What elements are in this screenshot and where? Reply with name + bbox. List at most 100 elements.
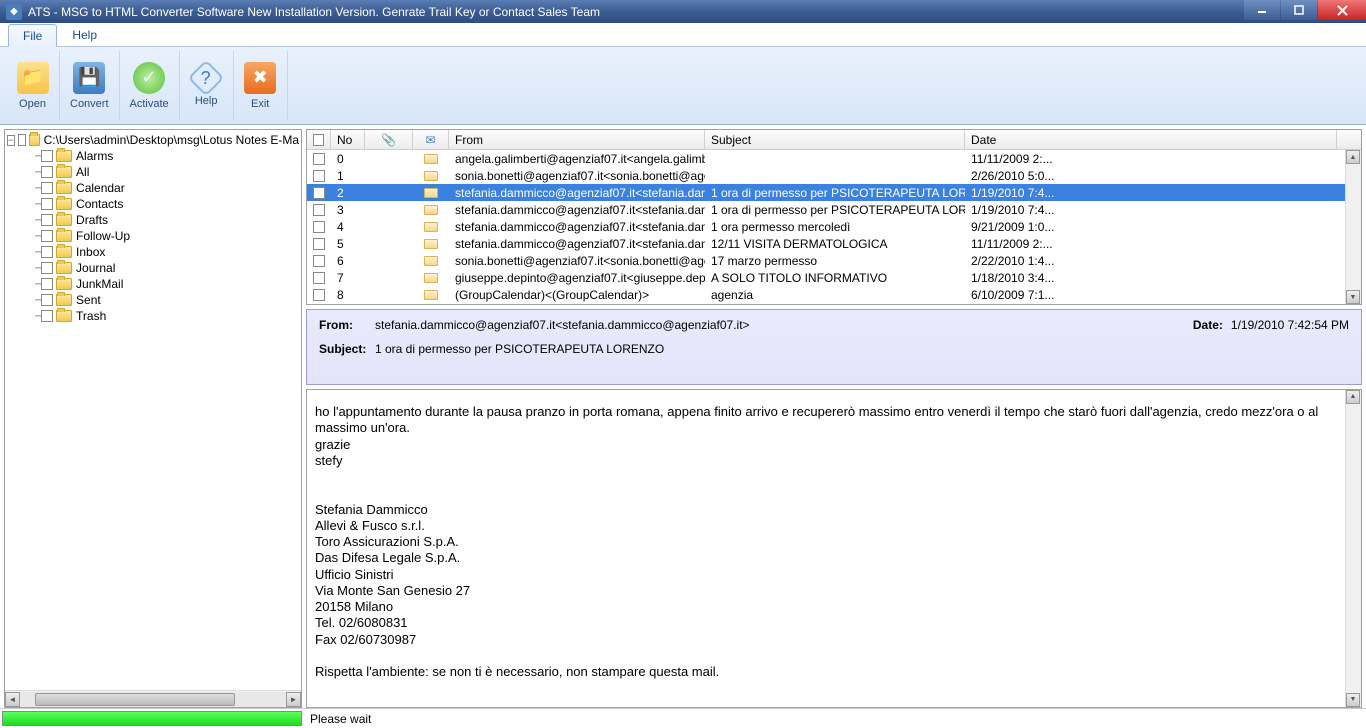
envelope-icon	[424, 154, 438, 164]
statusbar: Please wait	[0, 708, 1366, 728]
tree-item-label: Sent	[76, 293, 101, 307]
tree-item-label: Alarms	[76, 149, 113, 163]
tree-item[interactable]: ⋯Sent	[7, 292, 299, 308]
tree-item[interactable]: ⋯Contacts	[7, 196, 299, 212]
open-button[interactable]: 📁 Open	[6, 51, 60, 120]
tree-checkbox[interactable]	[18, 134, 26, 146]
tree-checkbox[interactable]	[41, 166, 53, 178]
tree-item[interactable]: ⋯Trash	[7, 308, 299, 324]
cell-subject: 12/11 VISITA DERMATOLOGICA	[705, 235, 965, 252]
scroll-up-icon[interactable]: ▲	[1346, 390, 1360, 404]
scroll-down-icon[interactable]: ▼	[1346, 693, 1360, 707]
cell-date: 11/11/2009 2:...	[965, 150, 1337, 167]
message-body-pane[interactable]: ho l'appuntamento durante la pausa pranz…	[306, 389, 1362, 708]
cell-envelope	[413, 252, 449, 269]
tree-root[interactable]: − C:\Users\admin\Desktop\msg\Lotus Notes…	[7, 132, 299, 148]
close-button[interactable]	[1318, 0, 1366, 20]
folder-icon	[56, 278, 72, 290]
row-checkbox[interactable]	[313, 221, 325, 233]
help-button[interactable]: ? Help	[180, 51, 234, 120]
row-checkbox[interactable]	[313, 170, 325, 182]
scroll-up-icon[interactable]: ▲	[1346, 150, 1360, 164]
tree-item[interactable]: ⋯JunkMail	[7, 276, 299, 292]
scroll-left-icon[interactable]: ◄	[5, 692, 20, 707]
tree-item[interactable]: ⋯Drafts	[7, 212, 299, 228]
table-row[interactable]: 8(GroupCalendar)<(GroupCalendar)>agenzia…	[307, 286, 1361, 303]
folder-tree[interactable]: − C:\Users\admin\Desktop\msg\Lotus Notes…	[5, 130, 301, 690]
table-row[interactable]: 5stefania.dammicco@agenziaf07.it<stefani…	[307, 235, 1361, 252]
row-checkbox[interactable]	[313, 238, 325, 250]
tree-checkbox[interactable]	[41, 230, 53, 242]
cell-date: 11/11/2009 2:...	[965, 235, 1337, 252]
cell-from: (GroupCalendar)<(GroupCalendar)>	[449, 286, 705, 303]
table-row[interactable]: 6sonia.bonetti@agenziaf07.it<sonia.bonet…	[307, 252, 1361, 269]
col-envelope[interactable]: ✉	[413, 130, 449, 149]
subject-value: 1 ora di permesso per PSICOTERAPEUTA LOR…	[375, 342, 664, 356]
convert-button[interactable]: 💾 Convert	[60, 51, 120, 120]
maximize-button[interactable]	[1281, 0, 1317, 20]
row-checkbox[interactable]	[313, 272, 325, 284]
cell-checkbox	[307, 252, 331, 269]
status-text: Please wait	[310, 712, 371, 726]
body-vscrollbar[interactable]: ▲ ▼	[1345, 390, 1361, 707]
col-from[interactable]: From	[449, 130, 705, 149]
tree-item[interactable]: ⋯Journal	[7, 260, 299, 276]
table-row[interactable]: 2stefania.dammicco@agenziaf07.it<stefani…	[307, 184, 1361, 201]
tree-item[interactable]: ⋯All	[7, 164, 299, 180]
window-title: ATS - MSG to HTML Converter Software New…	[28, 5, 600, 19]
tree-checkbox[interactable]	[41, 278, 53, 290]
row-checkbox[interactable]	[313, 289, 325, 301]
tree-item[interactable]: ⋯Alarms	[7, 148, 299, 164]
tree-checkbox[interactable]	[41, 294, 53, 306]
main-splitter: − C:\Users\admin\Desktop\msg\Lotus Notes…	[0, 125, 1366, 708]
cell-checkbox	[307, 167, 331, 184]
menu-help[interactable]: Help	[57, 23, 112, 46]
col-date[interactable]: Date	[965, 130, 1337, 149]
minimize-button[interactable]	[1244, 0, 1280, 20]
activate-button[interactable]: ✓ Activate	[120, 51, 180, 120]
scroll-thumb[interactable]	[35, 693, 235, 706]
tree-checkbox[interactable]	[41, 150, 53, 162]
tree-checkbox[interactable]	[41, 262, 53, 274]
table-row[interactable]: 1sonia.bonetti@agenziaf07.it<sonia.bonet…	[307, 167, 1361, 184]
menu-file[interactable]: File	[8, 24, 57, 47]
tree-item[interactable]: ⋯Inbox	[7, 244, 299, 260]
table-row[interactable]: 7giuseppe.depinto@agenziaf07.it<giuseppe…	[307, 269, 1361, 286]
row-checkbox[interactable]	[313, 204, 325, 216]
list-vscrollbar[interactable]: ▲ ▼	[1345, 150, 1361, 304]
col-no[interactable]: No	[331, 130, 365, 149]
row-checkbox[interactable]	[313, 187, 325, 199]
envelope-icon	[424, 205, 438, 215]
disk-icon: 💾	[73, 62, 105, 94]
cell-date: 1/19/2010 7:4...	[965, 184, 1337, 201]
table-row[interactable]: 4stefania.dammicco@agenziaf07.it<stefani…	[307, 218, 1361, 235]
row-checkbox[interactable]	[313, 153, 325, 165]
col-subject[interactable]: Subject	[705, 130, 965, 149]
col-checkbox[interactable]	[307, 130, 331, 149]
tree-checkbox[interactable]	[41, 310, 53, 322]
collapse-icon[interactable]: −	[7, 135, 15, 146]
exit-button[interactable]: ✖ Exit	[234, 51, 288, 120]
cell-date: 1/19/2010 7:4...	[965, 201, 1337, 218]
row-checkbox[interactable]	[313, 255, 325, 267]
tree-item-label: Journal	[76, 261, 115, 275]
scroll-down-icon[interactable]: ▼	[1346, 290, 1360, 304]
table-row[interactable]: 0angela.galimberti@agenziaf07.it<angela.…	[307, 150, 1361, 167]
envelope-icon: ✉	[425, 133, 435, 147]
folder-open-icon: 📁	[17, 62, 49, 94]
tree-hscrollbar[interactable]: ◄ ►	[5, 690, 301, 707]
tree-checkbox[interactable]	[41, 182, 53, 194]
tree-checkbox[interactable]	[41, 198, 53, 210]
convert-label: Convert	[70, 98, 109, 110]
tree-checkbox[interactable]	[41, 246, 53, 258]
folder-icon	[56, 230, 72, 242]
cell-checkbox	[307, 184, 331, 201]
tree-checkbox[interactable]	[41, 214, 53, 226]
tree-item[interactable]: ⋯Follow-Up	[7, 228, 299, 244]
scroll-right-icon[interactable]: ►	[286, 692, 301, 707]
cell-from: angela.galimberti@agenziaf07.it<angela.g…	[449, 150, 705, 167]
col-attachment[interactable]: 📎	[365, 130, 413, 149]
folder-icon	[29, 134, 40, 146]
table-row[interactable]: 3stefania.dammicco@agenziaf07.it<stefani…	[307, 201, 1361, 218]
tree-item[interactable]: ⋯Calendar	[7, 180, 299, 196]
